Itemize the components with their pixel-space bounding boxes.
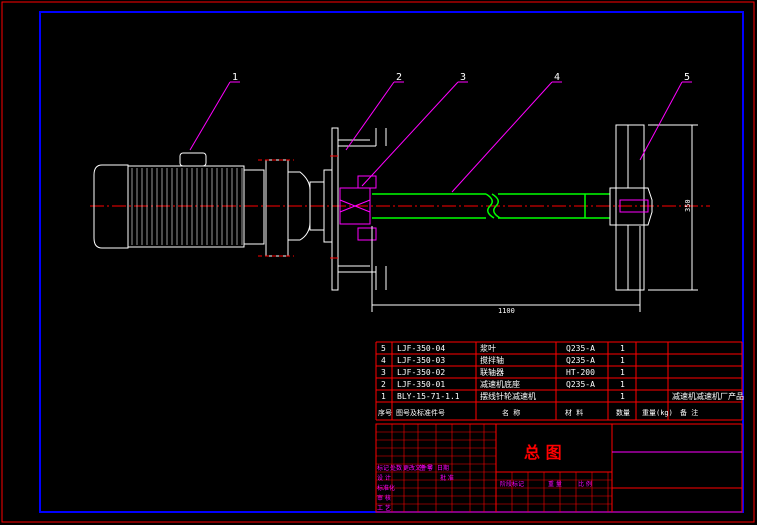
bom-row-no: 4 <box>381 356 386 365</box>
bom-row-material: Q235-A <box>566 344 595 353</box>
title-block-label: 比 例 <box>578 480 592 488</box>
bom-row-material: Q235-A <box>566 380 595 389</box>
title-block-label: 签 字 <box>419 464 433 472</box>
title-block-label: 重 量 <box>548 480 562 488</box>
bom-row-qty: 1 <box>620 368 625 377</box>
bom-row-code: LJF-350-03 <box>397 356 445 365</box>
bom-row-name: 浆叶 <box>480 343 496 353</box>
bom-header-note: 备 注 <box>680 408 698 417</box>
balloon-5: 5 <box>684 72 690 83</box>
bom-row-code: BLY-15-71-1.1 <box>397 392 460 401</box>
title-block-label: 工 艺 <box>377 504 391 512</box>
adapter-flange <box>258 159 333 257</box>
bom-row-no: 1 <box>381 392 386 401</box>
bom-header-code: 图号及标准件号 <box>396 408 445 417</box>
bom-row-code: LJF-350-01 <box>397 380 445 389</box>
bom-row-name: 减速机底座 <box>480 379 520 389</box>
balloon-4: 4 <box>554 72 560 83</box>
leaders <box>189 81 692 193</box>
bom-header-name: 名 称 <box>502 408 520 417</box>
bom-row-note: 减速机减速机厂产品 <box>672 391 744 401</box>
bom-header-qty: 数量 <box>616 408 630 417</box>
title-block-label: 审 核 <box>377 494 391 502</box>
bom-row-code: LJF-350-04 <box>397 344 445 353</box>
title-block-label: 日期 <box>437 464 449 472</box>
bom-row-name: 搅拌轴 <box>480 355 504 365</box>
bom-row-code: LJF-350-02 <box>397 368 445 377</box>
title-block-label: 标记 <box>377 464 389 472</box>
reducer-base <box>330 127 387 291</box>
dimension-length <box>371 226 641 312</box>
balloon-2: 2 <box>396 72 402 83</box>
motor <box>93 152 265 249</box>
assembly-drawing: 1100 350 1 2 3 4 5 5 LJF-350-04 浆叶 Q235-A 1 4… <box>1 1 755 523</box>
dimension-height-label: 350 <box>684 199 692 212</box>
bom-row-qty: 1 <box>620 380 625 389</box>
bom-header-weight: 重量(kg) <box>642 409 673 417</box>
title-block-label: 批 准 <box>440 474 454 482</box>
bom-row-no: 5 <box>381 344 386 353</box>
bom-row-material: HT-200 <box>566 368 595 377</box>
bom-row-qty: 1 <box>620 392 625 401</box>
bom-row-name: 摆线针轮减速机 <box>480 391 536 401</box>
coupling <box>339 175 377 241</box>
bom-row-name: 联轴器 <box>480 367 504 377</box>
balloon-1: 1 <box>232 72 238 83</box>
dimension-length-label: 1100 <box>498 307 515 315</box>
title-block-label: 设 计 <box>377 474 391 482</box>
outer-border <box>1 1 755 523</box>
title-block-label: 标准化 <box>377 484 395 492</box>
bom-header-material: 材 料 <box>565 408 583 417</box>
bill-of-materials: 5 LJF-350-04 浆叶 Q235-A 1 4 LJF-350-03 搅拌轴 Q235-A… <box>375 341 744 421</box>
balloon-3: 3 <box>460 72 466 83</box>
bom-header-no: 序号 <box>378 408 392 417</box>
title-block-label: 阶段标记 <box>500 480 524 488</box>
bom-row-material: Q235-A <box>566 356 595 365</box>
drawing-frame <box>39 11 744 513</box>
bom-row-qty: 1 <box>620 344 625 353</box>
bom-row-no: 3 <box>381 368 386 377</box>
title-block-label: 处数 <box>390 464 402 472</box>
drawing-title: 总 图 <box>524 443 562 462</box>
bom-row-qty: 1 <box>620 356 625 365</box>
title-block: 总 图标记 处数 更改文件号签 字日期设 计标准化审 核工 艺批 准阶段标记重 量比… <box>375 423 743 513</box>
bom-row-no: 2 <box>381 380 386 389</box>
